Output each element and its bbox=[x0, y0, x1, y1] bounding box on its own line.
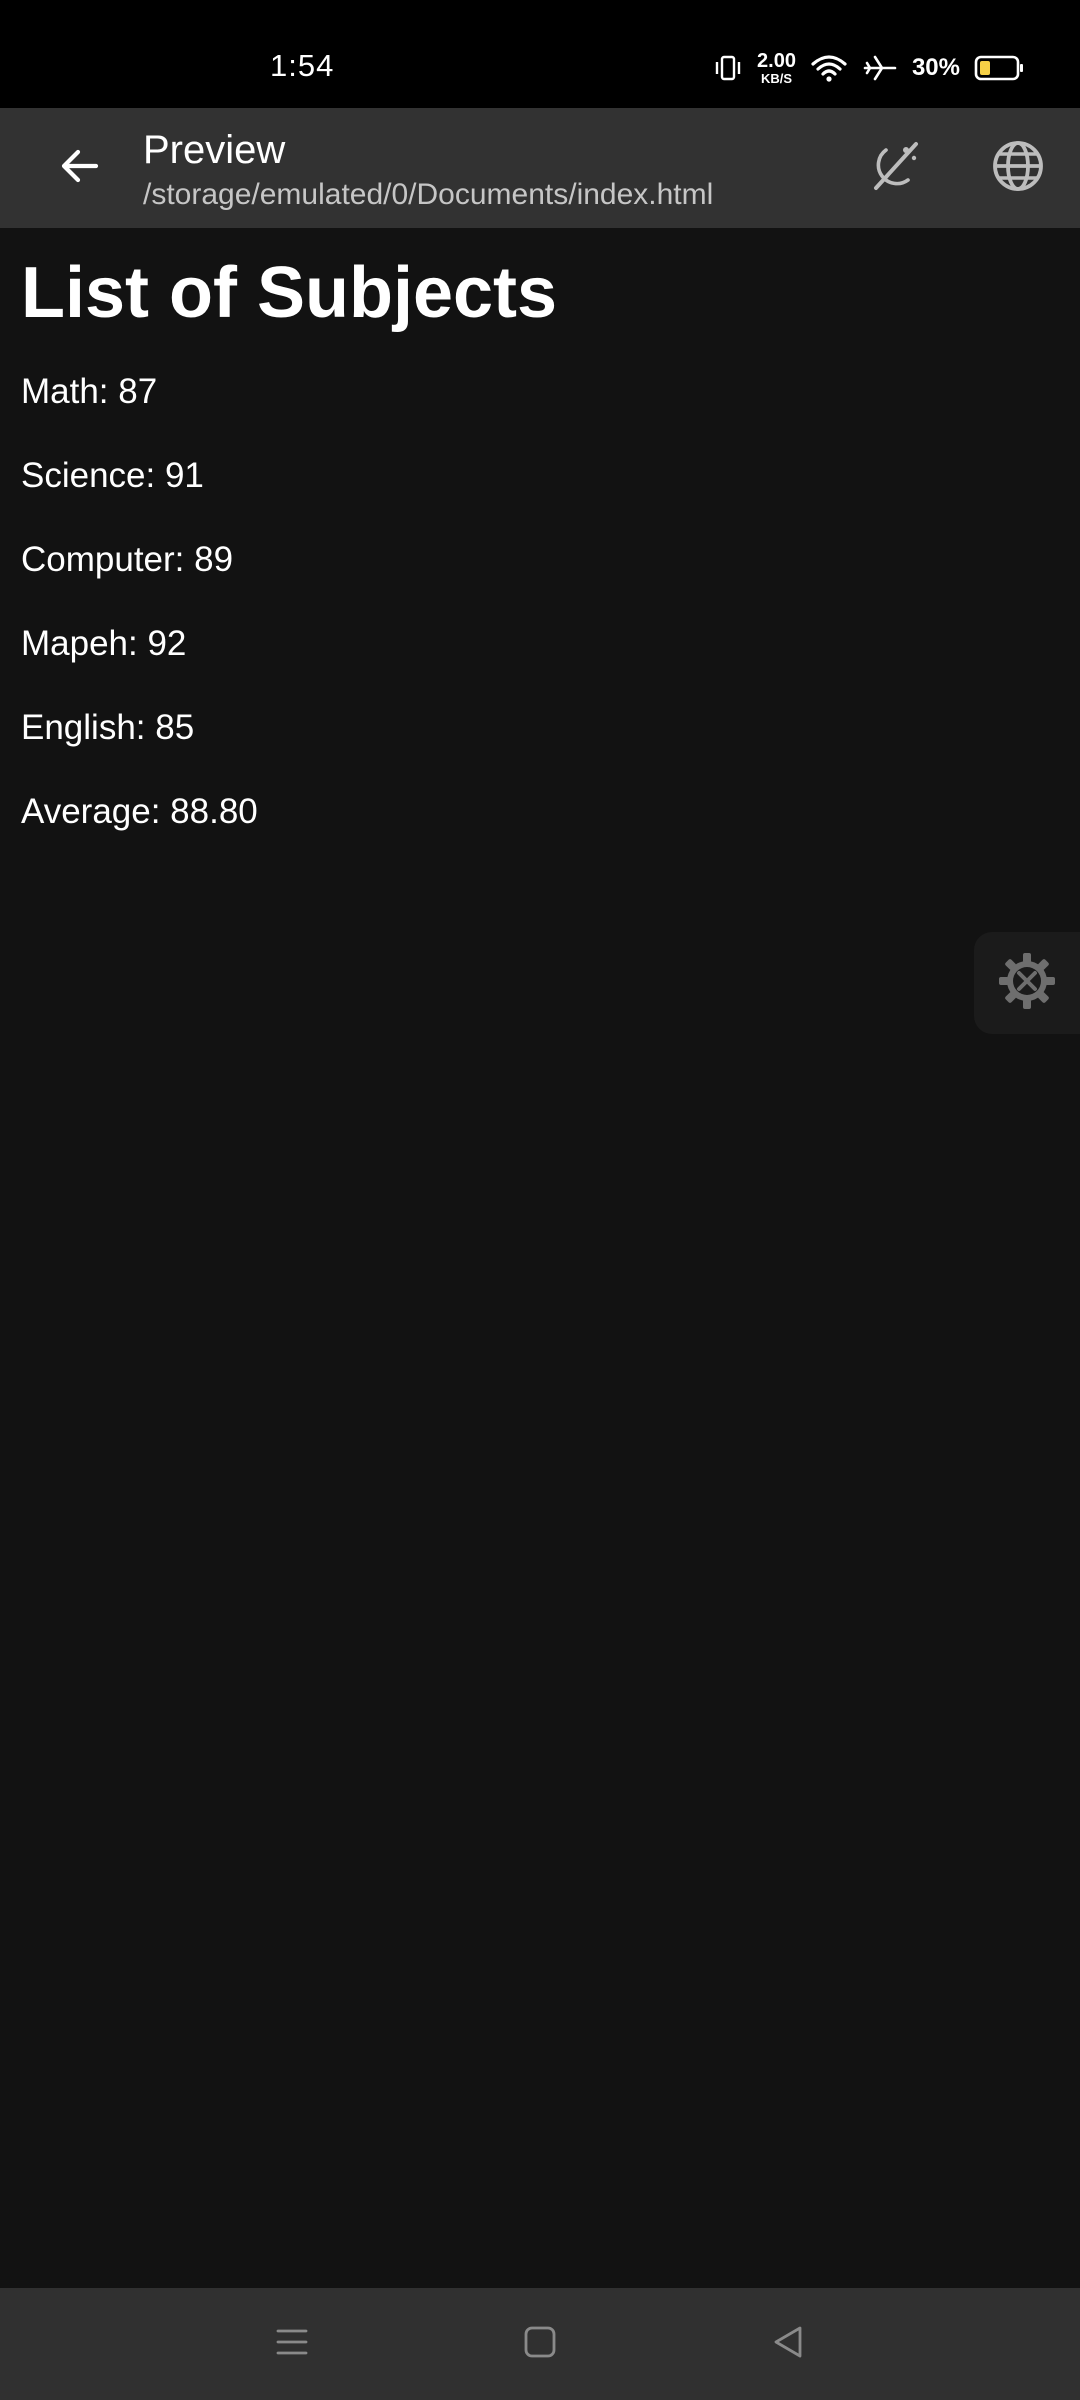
wifi-icon bbox=[810, 53, 848, 83]
battery-icon bbox=[974, 54, 1024, 82]
recent-apps-button[interactable] bbox=[262, 2314, 322, 2374]
globe-icon bbox=[990, 138, 1046, 199]
back-button[interactable] bbox=[44, 136, 116, 200]
subject-line-english: English: 85 bbox=[21, 708, 195, 748]
settings-tools-icon bbox=[996, 950, 1058, 1017]
net-speed-value: 2.00 bbox=[757, 50, 796, 72]
subject-line-math: Math: 87 bbox=[21, 372, 158, 412]
net-speed-unit: KB/S bbox=[760, 71, 793, 86]
app-bar: Preview /storage/emulated/0/Documents/in… bbox=[0, 108, 1080, 228]
system-back-button[interactable] bbox=[758, 2314, 818, 2374]
status-time: 1:54 bbox=[270, 48, 335, 83]
back-icon bbox=[768, 2322, 808, 2367]
battery-percent: 30% bbox=[911, 54, 960, 81]
subject-list: Math: 87 Science: 91 Computer: 89 Mapeh:… bbox=[21, 371, 1059, 875]
airplane-icon bbox=[862, 53, 898, 83]
subject-line-computer: Computer: 89 bbox=[21, 540, 234, 580]
theme-toggle-icon bbox=[868, 138, 924, 199]
page-title: Preview bbox=[143, 128, 286, 172]
net-speed: 2.00 KB/S bbox=[757, 51, 796, 85]
open-browser-button[interactable] bbox=[986, 136, 1050, 200]
content-heading: List of Subjects bbox=[21, 253, 558, 333]
theme-toggle-button[interactable] bbox=[864, 136, 928, 200]
system-nav-bar bbox=[0, 2288, 1080, 2400]
subject-line-mapeh: Mapeh: 92 bbox=[21, 624, 187, 664]
status-bar: 1:54 2.00 KB/S 30% bbox=[0, 0, 1080, 108]
average-line: Average: 88.80 bbox=[21, 792, 258, 832]
file-path: /storage/emulated/0/Documents/index.html bbox=[143, 178, 714, 211]
home-button[interactable] bbox=[510, 2314, 570, 2374]
home-icon bbox=[520, 2322, 560, 2367]
menu-icon bbox=[272, 2322, 312, 2367]
subject-line-science: Science: 91 bbox=[21, 456, 204, 496]
status-icons: 2.00 KB/S 30% bbox=[713, 46, 1024, 90]
preview-content: List of Subjects Math: 87 Science: 91 Co… bbox=[0, 228, 1080, 875]
floating-tools-button[interactable] bbox=[974, 932, 1080, 1034]
back-arrow-icon bbox=[56, 142, 104, 195]
vibrate-icon bbox=[713, 53, 743, 83]
